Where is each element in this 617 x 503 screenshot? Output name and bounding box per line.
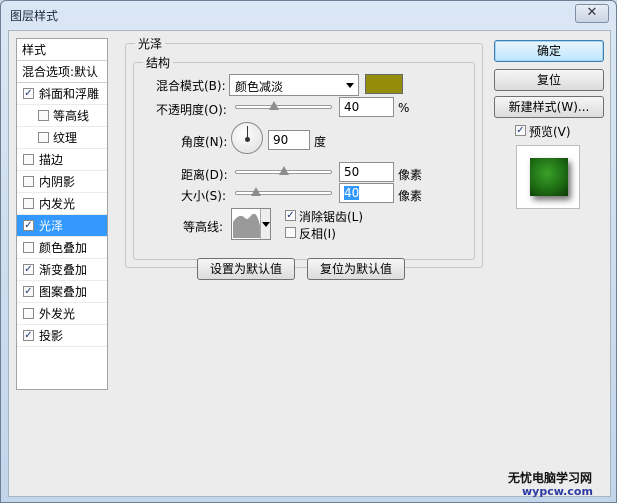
preview-checkbox[interactable]: ✓: [515, 125, 526, 136]
antialias-checkbox[interactable]: ✓: [285, 210, 296, 221]
style-item-label: 纹理: [53, 131, 78, 145]
reset-to-default-button[interactable]: 复位为默认值: [307, 258, 405, 280]
styles-list: 样式 混合选项:默认 ✓ 斜面和浮雕 等高线 纹理 描边 内阴影 内发光 ✓ 光…: [16, 38, 108, 390]
window-title: 图层样式: [10, 9, 59, 23]
contour-label: 等高线:: [183, 220, 224, 234]
distance-input[interactable]: 50: [339, 162, 394, 182]
blend-mode-select[interactable]: 颜色减淡: [229, 74, 359, 96]
size-slider-thumb[interactable]: [251, 187, 261, 196]
style-preview: [516, 145, 580, 209]
style-item-bevel-emboss[interactable]: ✓ 斜面和浮雕: [17, 83, 107, 105]
style-item-outer-glow[interactable]: 外发光: [17, 303, 107, 325]
size-unit: 像素: [398, 189, 423, 203]
dialog-client-area: 样式 混合选项:默认 ✓ 斜面和浮雕 等高线 纹理 描边 内阴影 内发光 ✓ 光…: [8, 30, 611, 497]
distance-slider[interactable]: [235, 166, 332, 175]
style-item-drop-shadow[interactable]: ✓ 投影: [17, 325, 107, 347]
texture-checkbox[interactable]: [38, 132, 49, 143]
blend-mode-label: 混合模式(B):: [156, 79, 226, 93]
satin-group: 光泽 结构 混合模式(B): 颜色减淡 不透明度(O): 40 % 角度(N):: [125, 35, 483, 268]
contour-curve-icon: [233, 213, 261, 238]
style-item-label: 描边: [39, 153, 64, 167]
contour-checkbox[interactable]: [38, 110, 49, 121]
opacity-slider[interactable]: [235, 101, 332, 110]
style-item-texture[interactable]: 纹理: [17, 127, 107, 149]
reset-button[interactable]: 复位: [494, 69, 604, 91]
chevron-down-icon: [346, 83, 354, 88]
style-item-satin[interactable]: ✓ 光泽: [17, 215, 107, 237]
close-button[interactable]: ✕: [575, 4, 609, 23]
size-label: 大小(S):: [181, 189, 227, 203]
angle-label: 角度(N):: [181, 135, 228, 149]
drop-shadow-checkbox[interactable]: ✓: [23, 330, 34, 341]
make-default-button[interactable]: 设置为默认值: [197, 258, 295, 280]
styles-header[interactable]: 样式: [17, 39, 107, 61]
distance-label: 距离(D):: [181, 168, 228, 182]
style-item-pattern-overlay[interactable]: ✓ 图案叠加: [17, 281, 107, 303]
new-style-button[interactable]: 新建样式(W)...: [494, 96, 604, 118]
watermark-text: 无忧电脑学习网: [508, 471, 593, 485]
style-item-contour[interactable]: 等高线: [17, 105, 107, 127]
layer-style-dialog: 图层样式 ✕ 样式 混合选项:默认 ✓ 斜面和浮雕 等高线 纹理 描边 内阴影 …: [0, 0, 617, 503]
angle-input[interactable]: 90: [268, 130, 310, 150]
color-overlay-checkbox[interactable]: [23, 242, 34, 253]
opacity-unit: %: [398, 101, 410, 115]
pattern-overlay-checkbox[interactable]: ✓: [23, 286, 34, 297]
angle-dial[interactable]: [231, 122, 263, 154]
preview-swatch: [530, 158, 568, 196]
style-item-label: 光泽: [39, 219, 64, 233]
structure-group: 结构 混合模式(B): 颜色减淡 不透明度(O): 40 % 角度(N): 90…: [133, 54, 475, 260]
style-item-color-overlay[interactable]: 颜色叠加: [17, 237, 107, 259]
ok-button[interactable]: 确定: [494, 40, 604, 62]
size-slider[interactable]: [235, 187, 332, 196]
style-item-label: 内发光: [39, 197, 76, 211]
bevel-emboss-checkbox[interactable]: ✓: [23, 88, 34, 99]
style-item-label: 斜面和浮雕: [39, 87, 100, 101]
invert-label: 反相(I): [299, 227, 336, 241]
title-bar: 图层样式 ✕: [1, 1, 616, 29]
satin-color-swatch[interactable]: [365, 74, 403, 94]
inner-glow-checkbox[interactable]: [23, 198, 34, 209]
size-input[interactable]: 40: [339, 183, 394, 203]
style-item-label: 内阴影: [39, 175, 76, 189]
satin-group-title: 光泽: [135, 35, 166, 52]
stroke-checkbox[interactable]: [23, 154, 34, 165]
opacity-input[interactable]: 40: [339, 97, 394, 117]
style-item-label: 渐变叠加: [39, 263, 88, 277]
distance-slider-thumb[interactable]: [279, 166, 289, 175]
style-item-gradient-overlay[interactable]: ✓ 渐变叠加: [17, 259, 107, 281]
opacity-label: 不透明度(O):: [156, 103, 227, 117]
style-item-inner-shadow[interactable]: 内阴影: [17, 171, 107, 193]
blend-mode-value: 颜色减淡: [235, 80, 284, 94]
angle-unit: 度: [314, 135, 327, 149]
inner-shadow-checkbox[interactable]: [23, 176, 34, 187]
structure-group-title: 结构: [143, 54, 174, 71]
outer-glow-checkbox[interactable]: [23, 308, 34, 319]
gradient-overlay-checkbox[interactable]: ✓: [23, 264, 34, 275]
style-item-stroke[interactable]: 描边: [17, 149, 107, 171]
antialias-label: 消除锯齿(L): [299, 210, 364, 224]
style-item-label: 等高线: [53, 109, 90, 123]
opacity-slider-thumb[interactable]: [269, 101, 279, 110]
blending-options-item[interactable]: 混合选项:默认: [17, 61, 107, 83]
style-item-label: 颜色叠加: [39, 241, 88, 255]
style-item-label: 图案叠加: [39, 285, 88, 299]
style-item-label: 投影: [39, 329, 64, 343]
size-input-selected-text: 40: [344, 186, 360, 200]
contour-dropdown-button[interactable]: [260, 209, 270, 239]
invert-checkbox[interactable]: [285, 227, 296, 238]
style-item-label: 外发光: [39, 307, 76, 321]
preview-label: 预览(V): [529, 125, 571, 139]
watermark-url: wypcw.com: [522, 485, 593, 498]
distance-unit: 像素: [398, 168, 423, 182]
style-item-inner-glow[interactable]: 内发光: [17, 193, 107, 215]
angle-dial-center: [245, 137, 250, 142]
satin-checkbox[interactable]: ✓: [23, 220, 34, 231]
contour-picker[interactable]: [231, 208, 271, 240]
